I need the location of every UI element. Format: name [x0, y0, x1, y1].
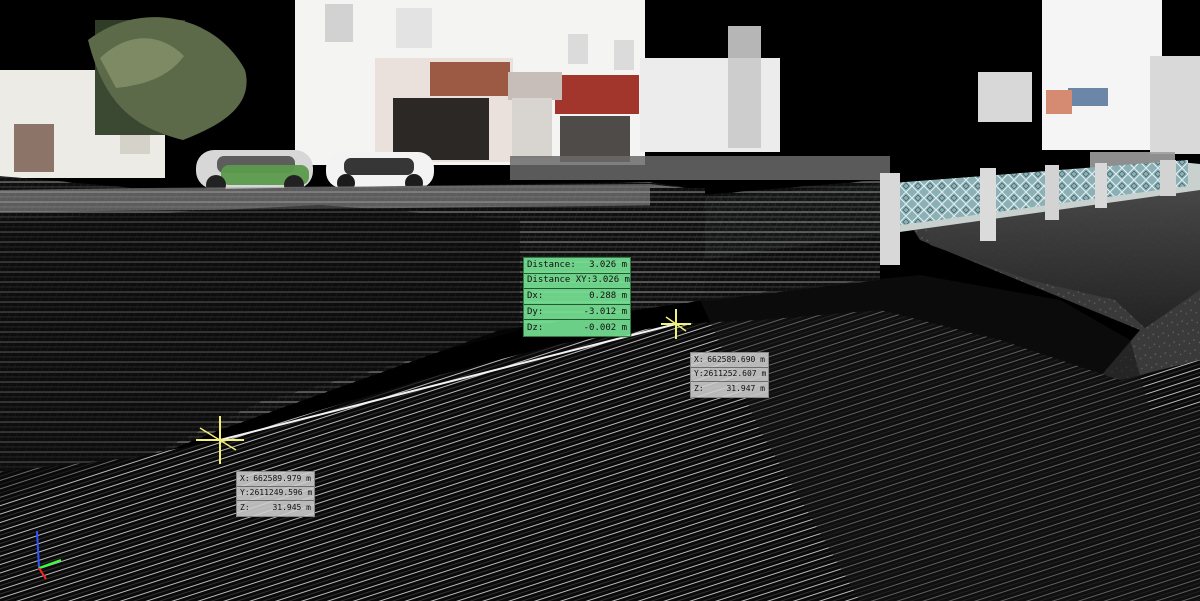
dx-label: Dx:: [527, 290, 544, 301]
dx-value: 0.288 m: [589, 290, 627, 301]
distance-xy-value: 3.026 m: [592, 275, 630, 286]
distance-row: Distance: 3.026 m: [524, 258, 630, 274]
distance-xy-label: Distance XY:: [527, 275, 593, 286]
point-b-coordinates: X: 662589.979 m Y: 2611249.596 m Z: 31.9…: [236, 471, 315, 517]
point-b-y-label: Y:: [240, 488, 250, 498]
point-a-y-row: Y: 2611252.607 m: [691, 368, 768, 382]
point-a-z-label: Z:: [694, 384, 704, 394]
dz-label: Dz:: [527, 322, 544, 333]
crosshair-point-icon[interactable]: [659, 307, 693, 341]
dy-label: Dy:: [527, 306, 544, 317]
dz-row: Dz: -0.002 m: [524, 320, 630, 336]
point-b-z-value: 31.945 m: [272, 503, 311, 513]
point-a-y-label: Y:: [694, 369, 704, 379]
crosshair-point-icon[interactable]: [190, 410, 250, 470]
point-a-x-row: X: 662589.690 m: [691, 353, 768, 368]
point-a-y-value: 2611252.607 m: [703, 369, 767, 379]
point-a-z-row: Z: 31.947 m: [691, 382, 768, 397]
point-a-z-value: 31.947 m: [726, 384, 765, 394]
distance-xy-row: Distance XY: 3.026 m: [524, 274, 630, 290]
point-b-y-value: 2611249.596 m: [249, 488, 313, 498]
dx-row: Dx: 0.288 m: [524, 289, 630, 305]
dy-row: Dy: -3.012 m: [524, 305, 630, 321]
point-a-coordinates: X: 662589.690 m Y: 2611252.607 m Z: 31.9…: [690, 352, 769, 398]
point-b-x-value: 662589.979 m: [253, 473, 311, 483]
point-a-x-label: X:: [694, 354, 704, 364]
point-b-x-row: X: 662589.979 m: [237, 472, 314, 487]
point-a-x-value: 662589.690 m: [707, 354, 765, 364]
dy-value: -3.012 m: [583, 306, 627, 317]
point-b-y-row: Y: 2611249.596 m: [237, 487, 314, 501]
point-b-z-label: Z:: [240, 503, 250, 513]
point-cloud-viewport[interactable]: Distance: 3.026 m Distance XY: 3.026 m D…: [0, 0, 1200, 601]
distance-label: Distance:: [527, 259, 576, 270]
distance-value: 3.026 m: [589, 259, 627, 270]
point-b-x-label: X:: [240, 473, 250, 483]
axis-gizmo-icon: [36, 530, 62, 580]
point-b-z-row: Z: 31.945 m: [237, 501, 314, 516]
dz-value: -0.002 m: [583, 322, 627, 333]
distance-measurement-panel: Distance: 3.026 m Distance XY: 3.026 m D…: [523, 257, 631, 337]
